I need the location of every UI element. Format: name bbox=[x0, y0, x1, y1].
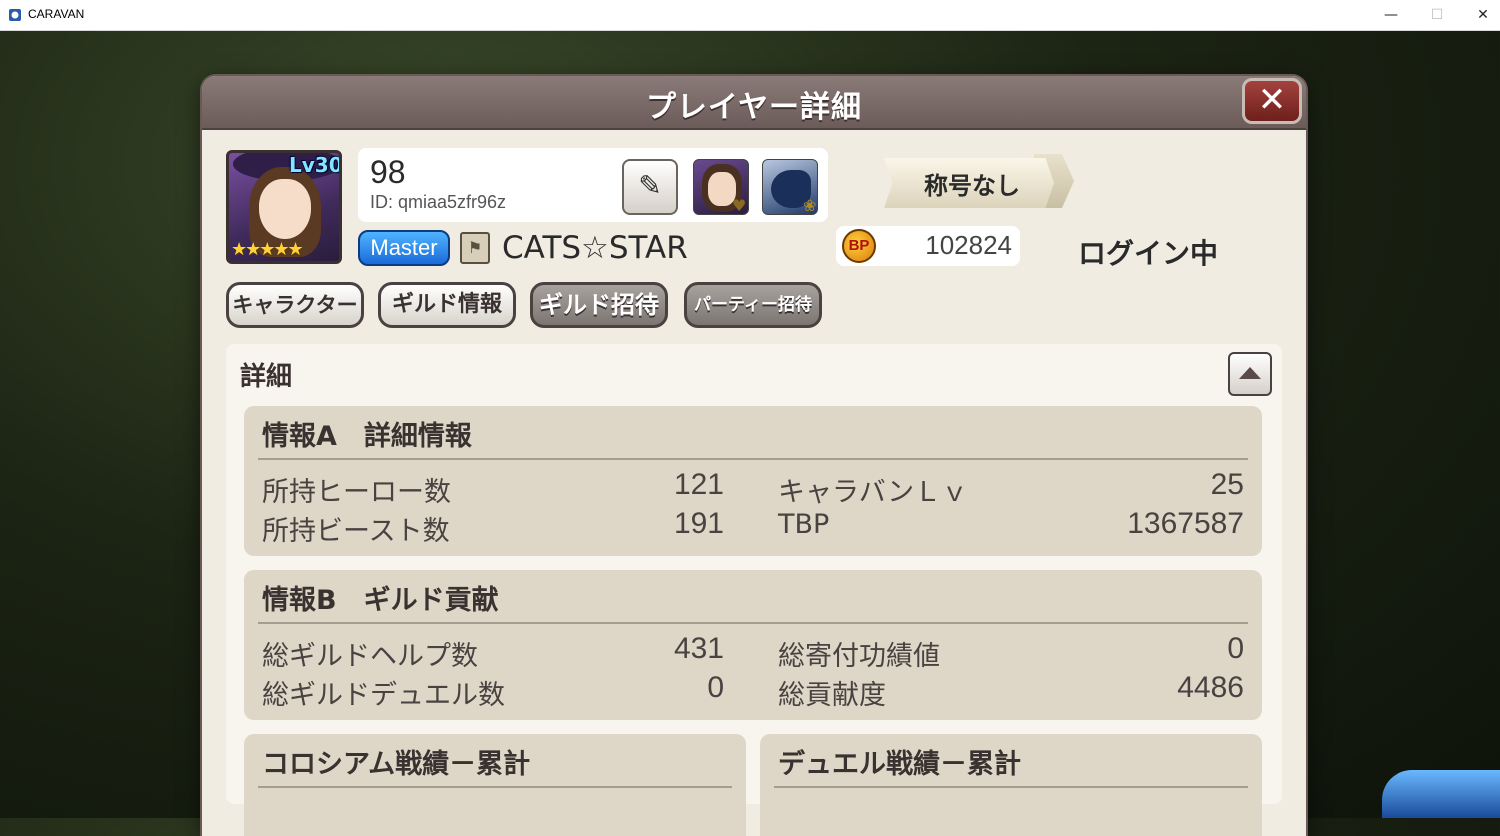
info-b-title: 情報B ギルド貢献 bbox=[262, 585, 499, 616]
bp-icon: BP bbox=[842, 229, 876, 263]
player-name: 98 bbox=[370, 154, 406, 190]
level-badge: Lv30 bbox=[289, 153, 342, 177]
dialog-title: プレイヤー詳細 bbox=[645, 90, 863, 125]
stat-value: 0 bbox=[1227, 632, 1244, 665]
guild-invite-button[interactable]: ギルド招待 bbox=[530, 282, 668, 328]
stat-label: キャラバンＬｖ bbox=[778, 477, 969, 508]
window-titlebar: CARAVAN — ☐ ✕ bbox=[0, 0, 1500, 31]
duel-card: デュエル戦績－累計 bbox=[760, 734, 1262, 836]
chevron-up-icon bbox=[1239, 367, 1261, 379]
colosseum-title: コロシアム戦績－累計 bbox=[262, 749, 531, 780]
favorite-hero-thumb[interactable]: ♥ bbox=[693, 159, 749, 215]
duel-title: デュエル戦績－累計 bbox=[778, 749, 1021, 780]
stat-value: 0 bbox=[707, 671, 724, 704]
title-ribbon: 称号なし bbox=[884, 154, 1074, 208]
app-icon bbox=[9, 9, 21, 21]
info-b-card: 情報B ギルド貢献 総ギルドヘルプ数 431 総寄付功績値 0 総ギルドデュエル… bbox=[244, 570, 1262, 720]
paw-icon: ❀ bbox=[803, 196, 817, 215]
stat-value: 4486 bbox=[1177, 671, 1244, 704]
favorite-beast-thumb[interactable]: ❀ bbox=[762, 159, 818, 215]
stat-label: 総貢献度 bbox=[778, 680, 886, 711]
guild-emblem-icon: ⚑ bbox=[460, 232, 490, 264]
name-card: 98 ID: qmiaa5zfr96z bbox=[358, 148, 828, 222]
stat-label: 総寄付功績値 bbox=[778, 641, 940, 672]
divider bbox=[258, 786, 732, 788]
stat-value: 191 bbox=[673, 507, 724, 540]
divider bbox=[258, 458, 1248, 460]
stat-label: 総ギルドデュエル数 bbox=[262, 680, 505, 711]
maximize-button[interactable]: ☐ bbox=[1414, 0, 1460, 30]
player-id: ID: qmiaa5zfr96z bbox=[370, 192, 507, 212]
dialog-close-button[interactable]: ✕ bbox=[1242, 78, 1302, 124]
detail-panel: 詳細 情報A 詳細情報 所持ヒーロー数 121 キャラバンＬｖ 25 所持ビース… bbox=[226, 344, 1282, 836]
divider bbox=[774, 786, 1248, 788]
info-a-card: 情報A 詳細情報 所持ヒーロー数 121 キャラバンＬｖ 25 所持ビースト数 … bbox=[244, 406, 1262, 556]
stat-value: 1367587 bbox=[1127, 507, 1244, 540]
avatar-face bbox=[259, 179, 311, 239]
party-invite-button[interactable]: パーティー招待 bbox=[684, 282, 822, 328]
divider bbox=[258, 622, 1248, 624]
player-detail-dialog: プレイヤー詳細 ✕ Lv30 ★★★★★ 98 ID: qmiaa5zfr96z… bbox=[202, 76, 1306, 836]
tab-guild-info[interactable]: ギルド情報 bbox=[378, 282, 516, 328]
info-a-title: 情報A 詳細情報 bbox=[262, 421, 472, 452]
player-title: 称号なし bbox=[924, 172, 1020, 200]
pen-icon: ✎ bbox=[638, 169, 662, 202]
heart-icon: ♥ bbox=[732, 196, 747, 215]
field-button[interactable] bbox=[1382, 770, 1500, 818]
bp-value: 102824 bbox=[925, 230, 1012, 260]
rarity-stars: ★★★★★ bbox=[231, 239, 304, 260]
stat-value: 431 bbox=[673, 632, 724, 665]
login-status: ログイン中 bbox=[1078, 237, 1219, 270]
stat-label: 所持ビースト数 bbox=[262, 516, 450, 547]
edit-comment-button[interactable]: ✎ bbox=[622, 159, 678, 215]
collapse-button[interactable] bbox=[1228, 352, 1272, 396]
guild-name: CATS☆STAR bbox=[502, 230, 688, 266]
tab-character[interactable]: キャラクター bbox=[226, 282, 364, 328]
window-title: CARAVAN bbox=[28, 7, 85, 21]
stat-label: 所持ヒーロー数 bbox=[262, 477, 451, 508]
bp-box: BP 102824 bbox=[836, 226, 1020, 266]
stat-label: 総ギルドヘルプ数 bbox=[262, 641, 478, 672]
stat-value: 121 bbox=[673, 468, 724, 501]
stat-label: TBP bbox=[778, 509, 830, 540]
minimize-button[interactable]: — bbox=[1368, 0, 1414, 30]
stat-value: 25 bbox=[1210, 468, 1244, 501]
rank-badge: Master bbox=[358, 230, 450, 266]
window-close-button[interactable]: ✕ bbox=[1460, 0, 1500, 30]
player-avatar[interactable]: Lv30 ★★★★★ bbox=[226, 150, 342, 264]
dialog-header: プレイヤー詳細 ✕ bbox=[202, 76, 1306, 130]
colosseum-card: コロシアム戦績－累計 bbox=[244, 734, 746, 836]
detail-heading: 詳細 bbox=[240, 362, 293, 392]
